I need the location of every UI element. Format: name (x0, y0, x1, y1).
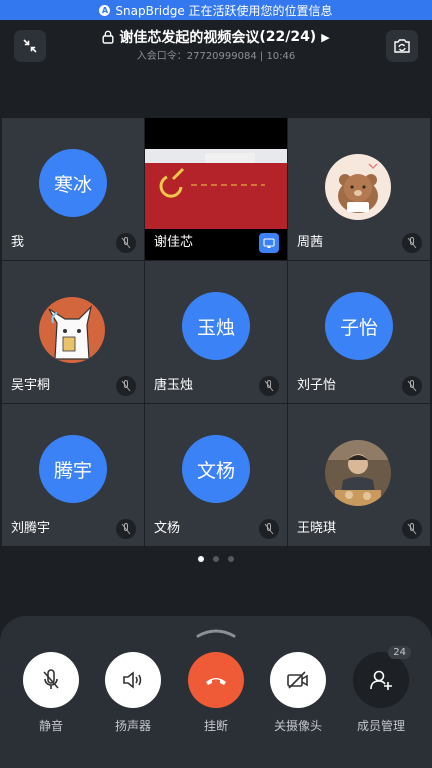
participant-name: 刘腾宇 (11, 521, 51, 536)
participant-tile[interactable]: 周茜 (288, 118, 430, 260)
participant-name: 王晓琪 (297, 521, 337, 536)
meeting-code: 入会口令：27720999084 | 10:46 (136, 51, 296, 62)
avatar-photo (325, 154, 391, 220)
participant-tile[interactable]: 腾宇 刘腾宇 (2, 404, 144, 546)
avatar: 文杨 (182, 435, 250, 503)
speaker-button[interactable]: 扬声器 (93, 652, 173, 734)
meeting-title[interactable]: 谢佳芯发起的视频会议 (22/24) ▶ (0, 27, 432, 47)
hangup-label: 挂断 (203, 719, 228, 733)
page-dot[interactable] (198, 556, 204, 562)
hangup-button[interactable]: 挂断 (176, 652, 256, 734)
mic-off-icon (116, 376, 136, 396)
mute-button[interactable]: 静音 (11, 652, 91, 734)
chevron-up-icon[interactable] (196, 628, 236, 638)
participant-tile[interactable]: 玉烛 唐玉烛 (145, 261, 287, 403)
participant-name: 刘子怡 (297, 378, 337, 393)
mic-off-icon (259, 376, 279, 396)
camera-off-button[interactable]: 关摄像头 (258, 652, 338, 734)
location-banner[interactable]: A SnapBridge 正在活跃使用您的位置信息 (0, 0, 432, 20)
switch-camera-icon (394, 39, 410, 53)
lock-icon (102, 30, 114, 44)
participant-tile[interactable]: 文杨 文杨 (145, 404, 287, 546)
mic-off-icon (402, 233, 422, 253)
participant-name: 唐玉烛 (154, 378, 194, 393)
member-count-badge: 24 (388, 646, 411, 659)
participant-name: 吴宇桐 (11, 378, 51, 393)
play-arrow-icon: ▶ (321, 30, 330, 44)
mic-off-icon (23, 652, 79, 708)
participant-name: 我 (11, 235, 25, 250)
video-feed (145, 149, 287, 229)
mic-off-icon (259, 519, 279, 539)
banner-text: SnapBridge 正在活跃使用您的位置信息 (115, 3, 333, 18)
avatar: 腾宇 (39, 435, 107, 503)
add-member-icon: 24 (353, 646, 411, 708)
hangup-icon (188, 652, 244, 708)
mic-off-icon (402, 519, 422, 539)
app-logo-icon: A (99, 4, 111, 16)
avatar: 玉烛 (182, 292, 250, 360)
member-management-button[interactable]: 24 成员管理 (341, 646, 421, 734)
participants-grid: 寒冰 我 谢佳芯 周茜 吴宇桐 玉烛 唐玉烛 子怡 刘子怡 腾宇 刘腾宇 文杨 … (0, 116, 432, 548)
mic-off-icon (116, 233, 136, 253)
page-dot[interactable] (228, 556, 234, 562)
participant-tile-video[interactable]: 谢佳芯 (145, 118, 287, 260)
speaker-icon (105, 652, 161, 708)
member-management-label: 成员管理 (356, 719, 405, 733)
camera-off-label: 关摄像头 (273, 719, 322, 733)
participant-name: 文杨 (154, 521, 181, 536)
speaker-label: 扬声器 (114, 719, 151, 733)
participant-tile[interactable]: 王晓琪 (288, 404, 430, 546)
page-dot[interactable] (213, 556, 219, 562)
participant-name: 周茜 (297, 235, 324, 250)
avatar-photo (39, 297, 105, 363)
switch-camera-button[interactable] (386, 30, 418, 62)
participant-tile[interactable]: 吴宇桐 (2, 261, 144, 403)
participant-count: (22/24) (259, 29, 317, 45)
control-buttons: 静音 扬声器 挂断 关摄像头 24 成员管理 (0, 646, 432, 742)
avatar: 子怡 (325, 292, 393, 360)
participant-tile[interactable]: 寒冰 我 (2, 118, 144, 260)
meeting-header: 谢佳芯发起的视频会议 (22/24) ▶ 入会口令：27720999084 | … (0, 20, 432, 70)
mic-off-icon (116, 519, 136, 539)
mic-off-icon (402, 376, 422, 396)
participant-name: 谢佳芯 (154, 235, 194, 250)
meeting-title-text: 谢佳芯发起的视频会议 (119, 30, 260, 46)
avatar: 寒冰 (39, 149, 107, 217)
control-panel: 静音 扬声器 挂断 关摄像头 24 成员管理 (0, 616, 432, 768)
camera-off-icon (270, 652, 326, 708)
screen-share-icon (259, 233, 279, 253)
page-indicator[interactable] (0, 556, 432, 562)
participant-tile[interactable]: 子怡 刘子怡 (288, 261, 430, 403)
mute-label: 静音 (38, 719, 63, 733)
avatar-photo (325, 440, 391, 506)
